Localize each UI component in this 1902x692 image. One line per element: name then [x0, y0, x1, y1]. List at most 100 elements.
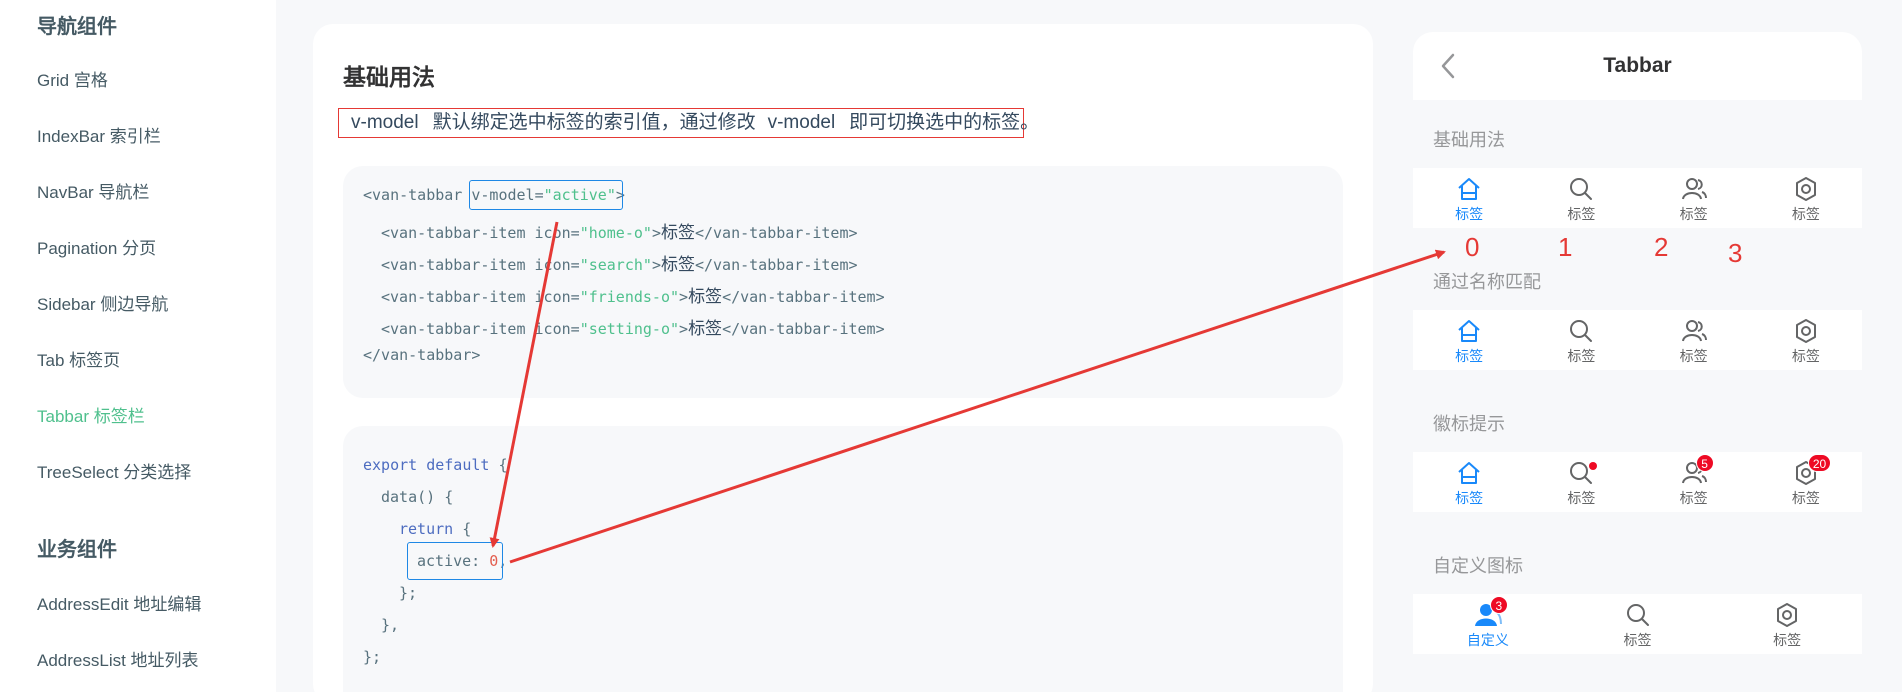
- tab-friends[interactable]: 标签: [1638, 168, 1750, 228]
- code-token: 标签: [660, 223, 695, 242]
- demo-title-badge: 徽标提示: [1433, 414, 1505, 434]
- inline-code-v-model: v-model: [351, 112, 419, 133]
- index-annotation-1: 1: [1558, 232, 1573, 262]
- search-icon: [1567, 460, 1598, 486]
- user-icon: 3: [1474, 596, 1508, 628]
- section-title: 基础用法: [343, 64, 435, 90]
- code-token: export default: [363, 456, 490, 474]
- sidebar-item-navbar[interactable]: NavBar 导航栏: [37, 178, 149, 203]
- friends-icon: [1680, 176, 1708, 202]
- highlight-v-model-box: [469, 180, 623, 210]
- tab-search[interactable]: 标签: [1563, 594, 1713, 654]
- tab-label: 标签: [1791, 206, 1820, 222]
- code-token: >: [651, 256, 661, 274]
- tab-search[interactable]: 标签: [1525, 452, 1637, 512]
- code-line: };: [363, 648, 381, 666]
- code-token: <van-tabbar: [363, 186, 463, 204]
- code-line: <van-tabbar-item icon="home-o">标签</van-t…: [381, 218, 858, 243]
- code-token: <van-tabbar-item icon=: [381, 224, 580, 242]
- nav-bar: Tabbar: [1413, 32, 1862, 100]
- setting-icon: [1773, 602, 1801, 628]
- tab-search[interactable]: 标签: [1525, 310, 1637, 370]
- code-token: return: [399, 520, 454, 538]
- code-token: <van-tabbar-item icon=: [381, 320, 580, 338]
- code-line: <van-tabbar-item icon="setting-o">标签</va…: [381, 314, 885, 339]
- code-line: },: [381, 616, 399, 634]
- sidebar-item-addressedit[interactable]: AddressEdit 地址编辑: [37, 590, 201, 615]
- tabbar-name-match: 标签 标签 标签 标签: [1413, 310, 1862, 370]
- index-annotation-3: 3: [1728, 238, 1743, 268]
- tab-label: 标签: [1679, 490, 1708, 506]
- sidebar-item-pagination[interactable]: Pagination 分页: [37, 234, 156, 259]
- index-annotation-2: 2: [1654, 232, 1669, 262]
- code-token: 标签: [660, 255, 695, 274]
- setting-icon: 20: [1792, 454, 1832, 486]
- sidebar-item-tabbar[interactable]: Tabbar 标签栏: [37, 402, 145, 427]
- home-icon: [1455, 318, 1483, 344]
- code-token: </van-tabbar-item>: [722, 320, 885, 338]
- sidebar-item-treeselect[interactable]: TreeSelect 分类选择: [37, 458, 191, 483]
- code-line: };: [399, 584, 417, 602]
- highlight-active-box: [407, 542, 503, 580]
- search-icon: [1567, 318, 1595, 344]
- code-token: <van-tabbar-item icon=: [381, 288, 580, 306]
- inline-code-v-model-2: v-model: [767, 112, 836, 133]
- tab-label: 标签: [1455, 206, 1484, 222]
- home-icon: [1455, 176, 1483, 202]
- sidebar-group-title-nav: 导航组件: [37, 16, 117, 38]
- tab-label: 自定义: [1466, 632, 1509, 648]
- demo-title-basic: 基础用法: [1433, 130, 1505, 150]
- setting-icon: [1792, 176, 1820, 202]
- sidebar-item-sidebar[interactable]: Sidebar 侧边导航: [37, 290, 168, 315]
- code-line: data() {: [381, 488, 453, 506]
- home-icon: [1455, 460, 1483, 486]
- tab-custom[interactable]: 3 自定义: [1413, 594, 1563, 654]
- sidebar-item-indexbar[interactable]: IndexBar 索引栏: [37, 122, 161, 147]
- code-token: >: [651, 224, 661, 242]
- tab-label: 标签: [1773, 632, 1802, 648]
- desc-text-1: 默认绑定选中标签的索引值，通过修改: [432, 112, 756, 133]
- tab-label: 标签: [1567, 206, 1596, 222]
- sidebar-item-tab[interactable]: Tab 标签页: [37, 346, 120, 371]
- tab-home[interactable]: 标签: [1413, 452, 1525, 512]
- tab-label: 标签: [1455, 490, 1484, 506]
- badge-dot: [1589, 462, 1598, 470]
- sidebar-item-grid[interactable]: Grid 宫格: [37, 66, 108, 91]
- tab-setting[interactable]: 标签: [1712, 594, 1862, 654]
- tab-setting[interactable]: 标签: [1750, 168, 1862, 228]
- code-line: <van-tabbar-item icon="friends-o">标签</va…: [381, 282, 885, 307]
- code-token: };: [363, 648, 382, 666]
- tabbar-custom: 3 自定义 标签 标签: [1413, 594, 1862, 654]
- code-token: "search": [579, 256, 652, 274]
- code-token: </van-tabbar-item>: [722, 288, 885, 306]
- code-line: return {: [399, 520, 471, 538]
- sidebar-item-addresslist[interactable]: AddressList 地址列表: [37, 646, 199, 671]
- demo-title-custom-icon: 自定义图标: [1433, 556, 1523, 576]
- code-token: >: [679, 288, 689, 306]
- tab-friends[interactable]: 标签: [1638, 310, 1750, 370]
- tabbar-basic: 标签 标签 标签 标签: [1413, 168, 1862, 228]
- code-token: },: [381, 616, 400, 634]
- tab-search[interactable]: 标签: [1525, 168, 1637, 228]
- badge-count: 5: [1695, 454, 1714, 472]
- code-token: </van-tabbar-item>: [694, 224, 858, 242]
- template-code-block: <van-tabbar v-model="active"> <van-tabba…: [343, 166, 1343, 398]
- tab-label: 标签: [1791, 490, 1820, 506]
- code-token: 标签: [688, 319, 723, 338]
- sidebar-group-title-business: 业务组件: [37, 539, 117, 561]
- badge-count: 3: [1489, 596, 1508, 614]
- code-token: 标签: [688, 287, 723, 306]
- sidebar: 导航组件 Grid 宫格 IndexBar 索引栏 NavBar 导航栏 Pag…: [0, 0, 276, 692]
- code-line: export default {: [363, 456, 508, 474]
- tab-home[interactable]: 标签: [1413, 310, 1525, 370]
- demo-title-name-match: 通过名称匹配: [1433, 272, 1541, 292]
- tab-home[interactable]: 标签: [1413, 168, 1525, 228]
- tab-friends[interactable]: 5 标签: [1638, 452, 1750, 512]
- script-code-block: export default { data() { return { activ…: [343, 426, 1343, 692]
- tab-setting[interactable]: 标签: [1750, 310, 1862, 370]
- tab-setting[interactable]: 20 标签: [1750, 452, 1862, 512]
- tab-label: 标签: [1567, 348, 1596, 364]
- tab-label: 标签: [1455, 348, 1484, 364]
- tab-label: 标签: [1679, 206, 1708, 222]
- tab-label: 标签: [1567, 490, 1596, 506]
